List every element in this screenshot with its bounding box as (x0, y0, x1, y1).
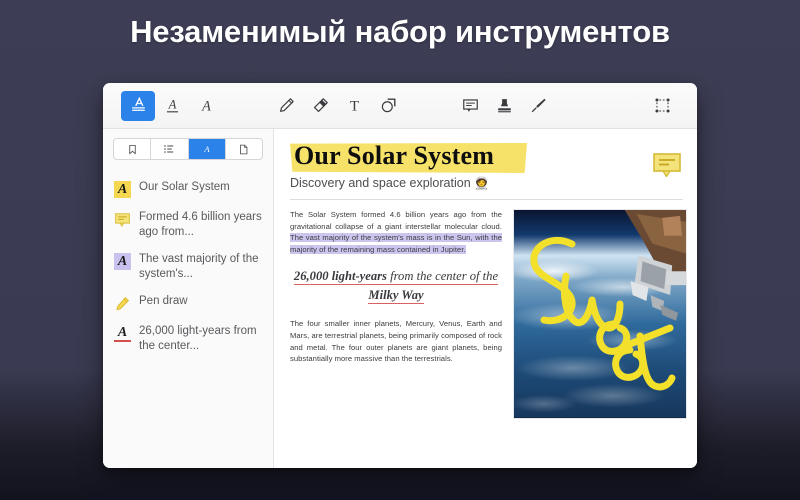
comment-bubble-icon[interactable] (453, 91, 487, 121)
annotation-list: A Our Solar System Formed 4.6 billion ye… (103, 166, 273, 360)
toolbar-group-annotations (453, 91, 555, 121)
sidebar-tab-outline[interactable] (151, 139, 189, 159)
list-item[interactable]: A 26,000 light-years from the center... (103, 318, 273, 360)
document-title: Our Solar System (294, 141, 495, 170)
image-column (513, 209, 687, 419)
pull-quote: 26,000 light-years from the center of th… (290, 267, 502, 305)
shapes-icon[interactable] (371, 91, 405, 121)
sidebar-tabs: A (113, 138, 263, 160)
paragraph-1: The Solar System formed 4.6 billion year… (290, 209, 502, 255)
document-canvas[interactable]: Our Solar System Discovery and space exp… (274, 129, 697, 468)
svg-text:A: A (201, 98, 211, 114)
earth-from-orbit-photo[interactable] (513, 209, 687, 419)
window-body: A A Our Solar System Formed 4.6 billion … (103, 129, 697, 468)
page-title: Незаменимый набор инструментов (130, 14, 670, 49)
pen-icon (114, 295, 131, 312)
document-note-bubble-icon[interactable] (653, 153, 681, 178)
toolbar-group-drawing: T (269, 91, 405, 121)
paragraph-2: The four smaller inner planets, Mercury,… (290, 319, 502, 364)
text-tool-icon[interactable]: T (337, 91, 371, 121)
highlight-yellow-a-icon: A (114, 181, 131, 198)
list-item-label: Pen draw (139, 295, 188, 307)
list-item-label: The vast majority of the system's... (139, 253, 259, 280)
sidebar-tab-pages[interactable] (226, 139, 262, 159)
underline-red-a-icon: A (114, 325, 131, 342)
toolbar-group-text-markup: A A (121, 90, 223, 121)
stamp-icon[interactable] (487, 91, 521, 121)
paragraph-1-plain: The Solar System formed 4.6 billion year… (290, 210, 502, 231)
svg-text:A: A (167, 98, 176, 112)
quote-part-2: from the center of the (386, 269, 499, 286)
app-window: A A T A A Our Solar System Formed 4.6 bi… (103, 83, 697, 468)
list-item[interactable]: A The vast majority of the system's... (103, 246, 273, 288)
highlight-purple-a-icon: A (114, 253, 131, 270)
sidebar-tab-bookmarks[interactable] (114, 139, 152, 159)
text-column: The Solar System formed 4.6 billion year… (290, 209, 502, 419)
list-item[interactable]: Pen draw (103, 288, 273, 318)
underline-text-icon[interactable]: A (155, 91, 189, 121)
highlight-text-icon[interactable] (121, 90, 155, 121)
astronaut-emoji-icon: 🧑‍🚀 (474, 176, 490, 190)
quote-part-1: 26,000 light-years (293, 269, 387, 286)
toolbar-group-selection (645, 91, 679, 121)
sidebar-tab-annotations[interactable]: A (188, 139, 226, 159)
list-item[interactable]: A Our Solar System (103, 174, 273, 204)
marquee-select-icon[interactable] (645, 91, 679, 121)
sidebar: A A Our Solar System Formed 4.6 billion … (103, 129, 274, 468)
list-item[interactable]: Formed 4.6 billion years ago from... (103, 204, 273, 246)
list-item-label: Our Solar System (139, 181, 230, 193)
list-item-label: Formed 4.6 billion years ago from... (139, 211, 262, 238)
eraser-icon[interactable] (303, 91, 337, 121)
quote-part-3: Milky Way (368, 288, 424, 305)
document-columns: The Solar System formed 4.6 billion year… (290, 209, 687, 419)
page-root: Незаменимый набор инструментов A A T A A… (0, 0, 800, 500)
svg-text:A: A (203, 144, 210, 154)
paragraph-1-highlight[interactable]: The vast majority of the system's mass i… (290, 233, 502, 254)
divider (290, 199, 683, 200)
document-subtitle-text: Discovery and space exploration (290, 176, 471, 190)
list-item-label: 26,000 light-years from the center... (139, 325, 257, 352)
signature-pen-icon[interactable] (521, 91, 555, 121)
strikethrough-text-icon[interactable]: A (189, 91, 223, 121)
pencil-icon[interactable] (269, 91, 303, 121)
svg-text:T: T (349, 99, 358, 115)
toolbar: A A T (103, 83, 697, 129)
document-header: Our Solar System (290, 141, 683, 173)
note-icon (114, 211, 131, 228)
document-subtitle: Discovery and space exploration 🧑‍🚀 (290, 176, 683, 190)
